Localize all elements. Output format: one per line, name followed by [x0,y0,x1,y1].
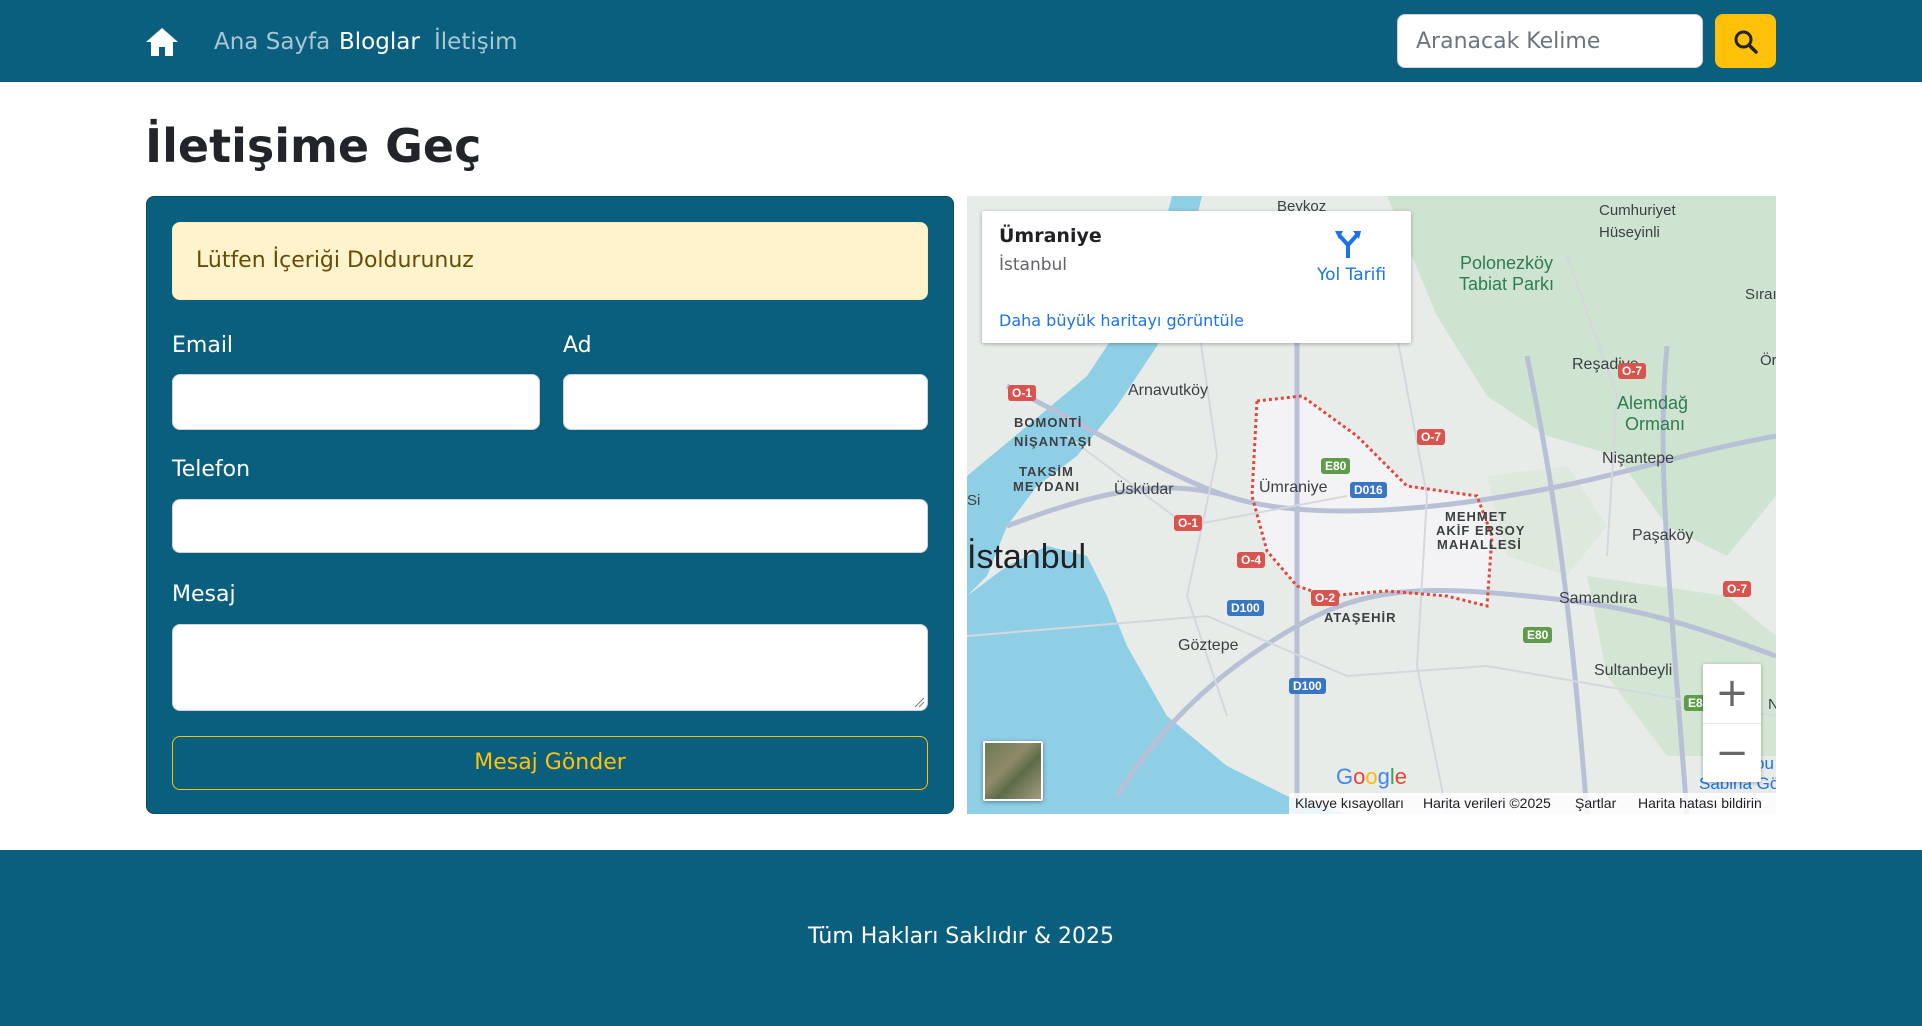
map-label: MAHALLESİ [1437,537,1522,552]
map-label: Arnavutköy [1128,382,1209,399]
map-label: Sultanbeyli [1594,662,1673,679]
map-label: Üsküdar [1114,481,1174,498]
map-label: NİŞANTAŞI [1014,434,1093,449]
road-shield: D100 [1227,600,1264,616]
map-label: MEYDANI [1013,479,1080,494]
phone-field[interactable] [172,499,928,553]
keyboard-shortcuts-link[interactable]: Klavye kısayolları [1295,793,1404,814]
road-shield: E80 [1321,458,1351,474]
map-label: Tabiat Parkı [1459,274,1555,294]
map-label: AKİF ERSOY [1436,523,1526,538]
resize-grip-icon[interactable] [913,696,925,708]
map-label: Paşaköy [1632,527,1694,544]
report-error-link[interactable]: Harita hatası bildirin [1638,793,1762,814]
road-shield: D100 [1289,678,1326,694]
message-textarea[interactable] [172,624,928,711]
phone-label: Telefon [172,457,251,482]
map-attribution: Klavye kısayolları Harita verileri ©2025… [1289,793,1776,814]
name-label: Ad [563,333,592,358]
nav-link-blogs[interactable]: Bloglar [339,26,420,58]
zoom-controls: + − [1703,664,1761,782]
road-shield: O-1 [1174,515,1203,531]
road-shield: O-1 [1008,385,1037,401]
map-embed[interactable]: Beykoz Cumhuriyet Hüseyinli Sıraı Polone… [967,196,1776,814]
nav-link-contact[interactable]: İletişim [434,26,518,58]
terms-link[interactable]: Şartlar [1575,793,1616,814]
map-label: Alemdağ [1617,393,1689,413]
map-label: Göztepe [1178,637,1239,654]
name-field[interactable] [563,374,928,430]
search-button[interactable] [1715,14,1776,68]
navbar: Ana Sayfa Bloglar İletişim [0,0,1922,82]
road-shield: D016 [1350,482,1387,498]
map-label: Ümraniye [1259,479,1328,496]
zoom-in-button[interactable]: + [1703,664,1761,723]
place-subtitle: İstanbul [999,255,1068,275]
map-label: İstanbul [967,538,1087,576]
map-label: Ör [1760,352,1776,369]
page-title: İletişime Geç [145,119,482,173]
map-label: Samandıra [1559,590,1638,607]
map-data-text: Harita verileri ©2025 [1423,795,1551,811]
map-label: Sıraı [1745,286,1776,303]
map-label: Nişantepe [1602,450,1675,467]
contact-form: Lütfen İçeriği Doldurunuz Email Ad Telef… [146,196,954,814]
road-shield: O-7 [1723,581,1752,597]
map-label: BOMONTİ [1014,415,1083,430]
send-message-button[interactable]: Mesaj Gönder [172,736,928,790]
map-label: TAKSİM [1019,464,1074,479]
google-logo: Google [1336,764,1408,789]
road-shield: O-2 [1311,590,1340,606]
email-field[interactable] [172,374,540,430]
road-shield: O-7 [1417,429,1446,445]
warning-alert: Lütfen İçeriği Doldurunuz [172,222,928,300]
email-label: Email [172,333,234,358]
map-label: Polonezköy [1460,253,1554,273]
place-info-card: Ümraniye İstanbul Daha büyük haritayı gö… [982,211,1411,343]
zoom-out-button[interactable]: − [1703,723,1761,783]
home-icon[interactable] [144,26,180,58]
larger-map-link[interactable]: Daha büyük haritayı görüntüle [999,311,1244,330]
road-shield: E80 [1523,627,1553,643]
map-label: Hüseyinli [1599,224,1660,241]
footer: Tüm Hakları Saklıdır & 2025 [0,850,1922,1026]
search-input[interactable] [1397,14,1703,68]
map-label: MEHMET [1445,509,1508,524]
search-icon [1734,30,1758,54]
map-label: ATAŞEHİR [1324,610,1397,625]
satellite-layer-toggle[interactable] [983,741,1043,801]
road-shield: O-7 [1618,363,1647,379]
directions-link[interactable]: Yol Tarifi [1317,265,1386,285]
road-shield: O-4 [1237,552,1266,568]
footer-copyright: Tüm Hakları Saklıdır & 2025 [808,924,1114,949]
map-label: Cumhuriyet [1599,202,1676,219]
map-label: Si [967,492,981,509]
message-label: Mesaj [172,582,236,607]
directions-icon[interactable] [1333,227,1363,259]
map-label: Ormanı [1625,414,1686,434]
place-title: Ümraniye [999,225,1102,247]
nav-link-home[interactable]: Ana Sayfa [214,26,330,58]
map-label: N [1768,696,1776,713]
